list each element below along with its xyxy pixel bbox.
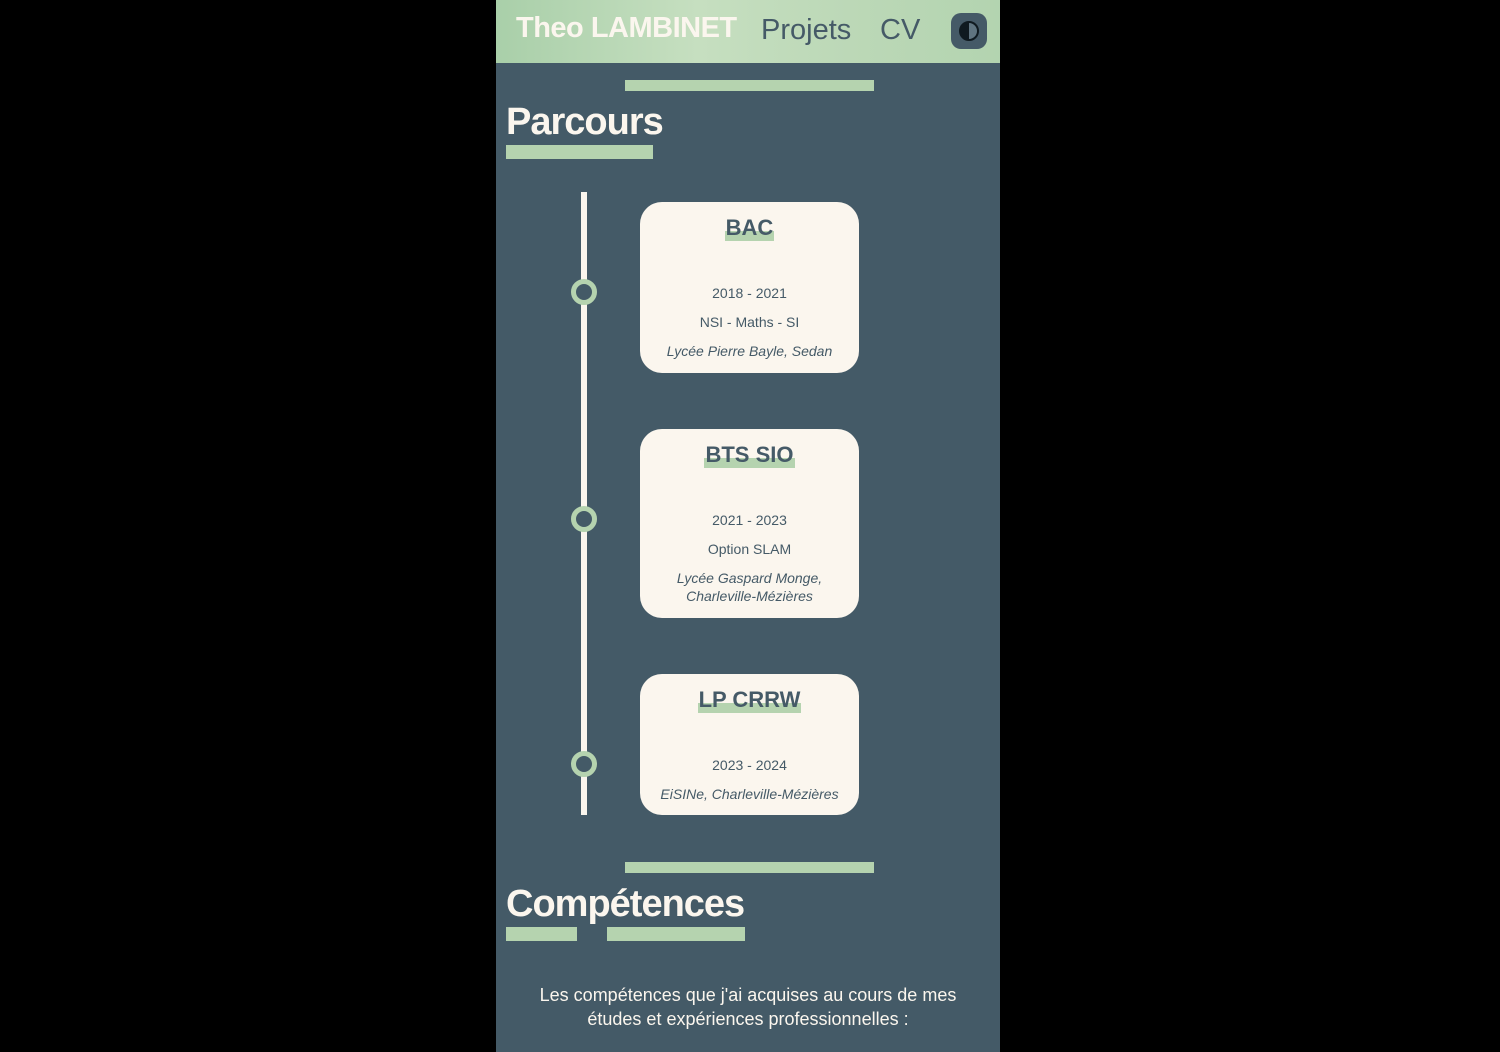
card-place: EiSINe, Charleville-Mézières bbox=[660, 786, 839, 802]
timeline-card-lp: LP CRRW 2023 - 2024 EiSINe, Charleville-… bbox=[640, 674, 859, 815]
card-place: Lycée Pierre Bayle, Sedan bbox=[666, 343, 833, 359]
card-title: BAC bbox=[724, 215, 775, 241]
parcours-title: Parcours bbox=[506, 101, 664, 143]
card-title: BTS SIO bbox=[704, 442, 795, 468]
card-dates: 2018 - 2021 bbox=[712, 285, 787, 301]
timeline-card-bac: BAC 2018 - 2021 NSI - Maths - SI Lycée P… bbox=[640, 202, 859, 373]
competences-intro: Les compétences que j'ai acquises au cou… bbox=[539, 985, 957, 1029]
timeline-dot bbox=[571, 279, 597, 305]
page: Theo LAMBINET Projets CV Parcours BAC 20… bbox=[496, 0, 1000, 1052]
section-divider bbox=[625, 862, 874, 873]
card-dates: 2021 - 2023 bbox=[712, 512, 787, 528]
theme-toggle-button[interactable] bbox=[951, 13, 987, 49]
competences-title-underline bbox=[607, 927, 745, 941]
parcours-title-underline bbox=[506, 145, 653, 159]
card-detail: Option SLAM bbox=[707, 541, 792, 557]
card-detail: NSI - Maths - SI bbox=[699, 314, 800, 330]
timeline-dot bbox=[571, 751, 597, 777]
nav-link-projets[interactable]: Projets bbox=[761, 14, 851, 47]
section-divider bbox=[625, 80, 874, 91]
nav-link-cv[interactable]: CV bbox=[880, 14, 920, 47]
competences-title: Compétences bbox=[506, 883, 745, 925]
contrast-icon bbox=[959, 21, 979, 41]
competences-title-underline bbox=[506, 927, 577, 941]
brand-name[interactable]: Theo LAMBINET bbox=[516, 12, 737, 45]
top-nav: Theo LAMBINET Projets CV bbox=[496, 0, 1000, 63]
card-title: LP CRRW bbox=[697, 687, 802, 713]
card-dates: 2023 - 2024 bbox=[712, 757, 787, 773]
timeline-dot bbox=[571, 506, 597, 532]
timeline-card-bts: BTS SIO 2021 - 2023 Option SLAM Lycée Ga… bbox=[640, 429, 859, 618]
card-place: Lycée Gaspard Monge, Charleville-Mézière… bbox=[676, 570, 823, 604]
